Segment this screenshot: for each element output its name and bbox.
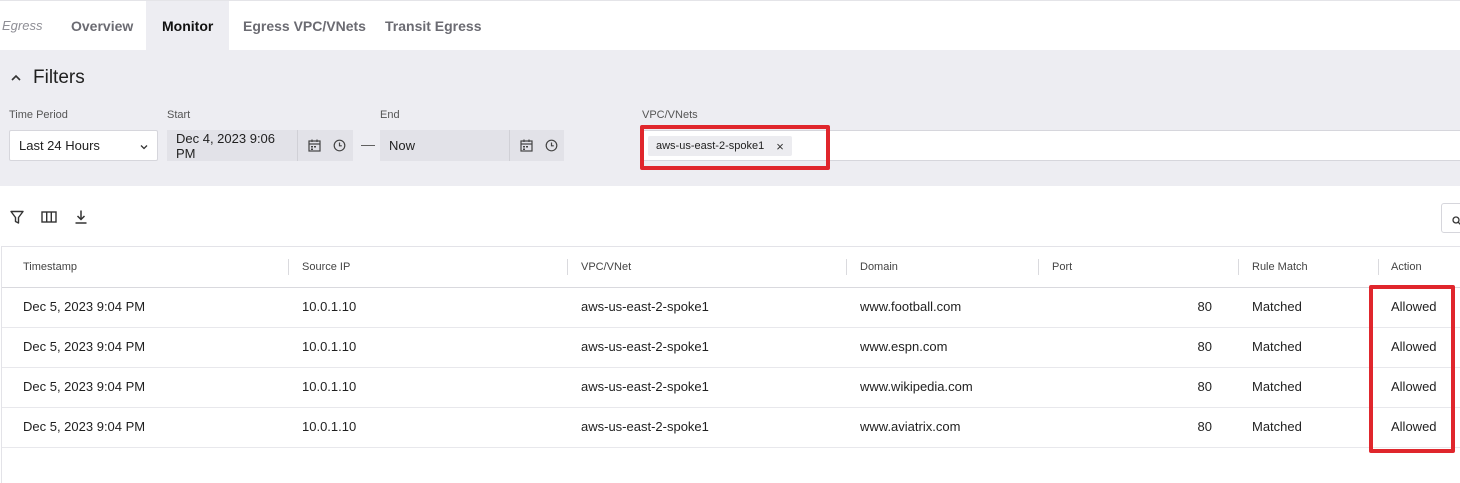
cell-source-ip: 10.0.1.10 <box>302 419 357 434</box>
col-port[interactable]: Port <box>1052 247 1072 287</box>
calendar-icon[interactable] <box>520 139 533 152</box>
cell-source-ip: 10.0.1.10 <box>302 339 357 354</box>
tab-egress-vpc-vnets[interactable]: Egress VPC/VNets <box>243 1 366 51</box>
filters-panel: Filters Time Period Last 24 Hours Start … <box>0 50 1460 186</box>
start-date-value: Dec 4, 2023 9:06 PM <box>176 130 276 161</box>
end-date-value: Now <box>389 138 416 153</box>
date-range-separator: — <box>361 136 375 152</box>
table-row[interactable]: Dec 5, 2023 9:04 PM 10.0.1.10 aws-us-eas… <box>2 327 1460 368</box>
tab-bar: Egress Overview Monitor Egress VPC/VNets… <box>0 0 1460 51</box>
cell-vpc: aws-us-east-2-spoke1 <box>581 379 709 394</box>
cell-port: 80 <box>1197 379 1212 394</box>
time-period-select[interactable]: Last 24 Hours <box>9 130 158 161</box>
calendar-icon[interactable] <box>308 139 321 152</box>
table-row[interactable]: Dec 5, 2023 9:04 PM 10.0.1.10 aws-us-eas… <box>2 407 1460 448</box>
download-icon[interactable] <box>73 209 89 225</box>
table-row[interactable]: Dec 5, 2023 9:04 PM 10.0.1.10 aws-us-eas… <box>2 367 1460 408</box>
cell-rule-match: Matched <box>1252 379 1302 394</box>
filter-icon[interactable] <box>9 209 25 225</box>
end-date-input[interactable]: Now <box>380 130 509 161</box>
cell-source-ip: 10.0.1.10 <box>302 299 357 314</box>
search-icon <box>1452 213 1460 231</box>
column-divider <box>846 259 847 275</box>
vpc-vnets-label: VPC/VNets <box>642 109 698 121</box>
cell-timestamp: Dec 5, 2023 9:04 PM <box>23 339 146 354</box>
col-domain[interactable]: Domain <box>860 247 898 287</box>
cell-vpc: aws-us-east-2-spoke1 <box>581 419 709 434</box>
cell-rule-match: Matched <box>1252 339 1302 354</box>
col-rule-match[interactable]: Rule Match <box>1252 247 1308 287</box>
cell-port: 80 <box>1197 339 1212 354</box>
start-date-input[interactable]: Dec 4, 2023 9:06 PM <box>167 130 297 161</box>
highlight-box-vpc <box>640 125 830 170</box>
column-divider <box>1238 259 1239 275</box>
cell-port: 80 <box>1197 299 1212 314</box>
cell-domain: www.wikipedia.com <box>860 379 973 394</box>
cell-domain: www.espn.com <box>860 339 948 354</box>
column-divider <box>1378 259 1379 275</box>
table-toolbar <box>0 186 1460 246</box>
cell-timestamp: Dec 5, 2023 9:04 PM <box>23 299 146 314</box>
time-period-value: Last 24 Hours <box>19 138 100 153</box>
col-source-ip[interactable]: Source IP <box>302 247 350 287</box>
cell-rule-match: Matched <box>1252 299 1302 314</box>
start-label: Start <box>167 109 191 121</box>
clock-icon[interactable] <box>545 139 558 152</box>
cell-source-ip: 10.0.1.10 <box>302 379 357 394</box>
table-search-button[interactable] <box>1441 203 1460 233</box>
cell-vpc: aws-us-east-2-spoke1 <box>581 299 709 314</box>
cell-domain: www.football.com <box>860 299 962 314</box>
filters-title: Filters <box>33 67 85 88</box>
chevron-up-icon <box>11 71 33 85</box>
egress-monitor-table: Timestamp Source IP VPC/VNet Domain Port… <box>1 246 1460 483</box>
tab-monitor[interactable]: Monitor <box>146 1 230 51</box>
cell-rule-match: Matched <box>1252 419 1302 434</box>
tab-transit-egress[interactable]: Transit Egress <box>385 1 482 51</box>
col-timestamp[interactable]: Timestamp <box>23 247 77 287</box>
cell-timestamp: Dec 5, 2023 9:04 PM <box>23 419 146 434</box>
cell-domain: www.aviatrix.com <box>860 419 961 434</box>
end-label: End <box>380 109 400 121</box>
highlight-box-action <box>1369 285 1455 453</box>
col-action[interactable]: Action <box>1391 247 1422 287</box>
column-divider <box>1038 259 1039 275</box>
chevron-down-icon <box>140 138 148 153</box>
col-vpc-vnet[interactable]: VPC/VNet <box>581 247 631 287</box>
filters-toggle[interactable]: Filters <box>11 67 85 89</box>
tab-overview[interactable]: Overview <box>71 1 133 51</box>
time-period-label: Time Period <box>9 109 68 121</box>
cell-timestamp: Dec 5, 2023 9:04 PM <box>23 379 146 394</box>
clock-icon[interactable] <box>333 139 346 152</box>
column-divider <box>288 259 289 275</box>
start-picker-icons <box>297 130 353 161</box>
table-row[interactable]: Dec 5, 2023 9:04 PM 10.0.1.10 aws-us-eas… <box>2 287 1460 328</box>
cell-vpc: aws-us-east-2-spoke1 <box>581 339 709 354</box>
column-divider <box>567 259 568 275</box>
end-picker-icons <box>509 130 564 161</box>
columns-icon[interactable] <box>41 209 57 225</box>
breadcrumb-egress: Egress <box>2 18 43 33</box>
cell-port: 80 <box>1197 419 1212 434</box>
table-header: Timestamp Source IP VPC/VNet Domain Port… <box>2 247 1460 288</box>
